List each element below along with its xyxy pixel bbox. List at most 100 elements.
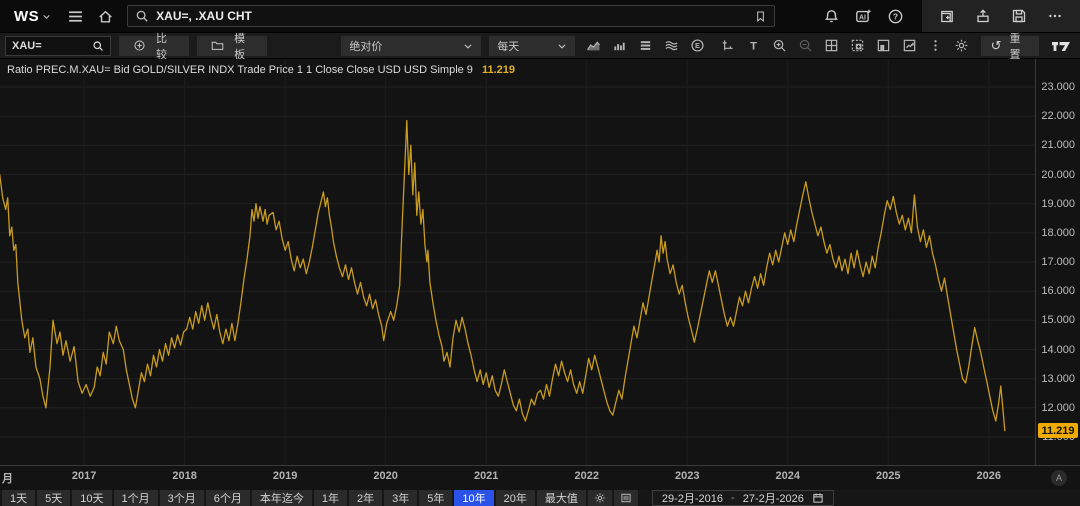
range-button-最大值[interactable]: 最大值 bbox=[537, 490, 586, 506]
price-tick-label: 19.000 bbox=[1041, 198, 1075, 210]
home-icon bbox=[97, 8, 114, 25]
time-tick-label: 2024 bbox=[775, 470, 799, 482]
range-button-5年[interactable]: 5年 bbox=[419, 490, 452, 506]
price-tick-label: 23.000 bbox=[1041, 81, 1075, 93]
chart-toolbar: XAU= 比较 模板 绝对价 每天 E T ↺ 重置 bbox=[0, 32, 1080, 59]
last-price-badge: 11.219 bbox=[1038, 423, 1078, 438]
home-button[interactable] bbox=[93, 4, 117, 28]
range-button-10年[interactable]: 10年 bbox=[454, 490, 493, 506]
symbol-value: XAU= bbox=[12, 40, 42, 52]
settings-button[interactable] bbox=[588, 490, 612, 506]
template-label: 模板 bbox=[234, 30, 253, 62]
price-tick-label: 20.000 bbox=[1041, 169, 1075, 181]
panel-save-icon[interactable] bbox=[873, 36, 895, 56]
global-search[interactable]: XAU=, .XAU CHT bbox=[127, 5, 775, 27]
events-icon[interactable]: E bbox=[687, 36, 709, 56]
svg-text:T: T bbox=[750, 41, 757, 53]
range-button-本年迄今[interactable]: 本年迄今 bbox=[252, 490, 312, 506]
bell-icon[interactable] bbox=[820, 6, 842, 26]
text-tool-icon[interactable]: T bbox=[743, 36, 765, 56]
range-button-3个月[interactable]: 3个月 bbox=[160, 490, 204, 506]
chart-legend: Ratio PREC.M.XAU= Bid GOLD/SILVER INDX T… bbox=[7, 64, 515, 76]
template-button[interactable]: 模板 bbox=[197, 36, 267, 56]
chevron-down-icon bbox=[463, 41, 473, 51]
app-logo[interactable]: WS bbox=[8, 8, 57, 25]
time-tick-label: 2021 bbox=[474, 470, 498, 482]
share-export-icon[interactable] bbox=[972, 6, 994, 26]
calendar-icon bbox=[812, 492, 824, 504]
date-range-picker[interactable]: 29-2月-2016-27-2月-2026 bbox=[652, 490, 834, 506]
date-range-separator: - bbox=[731, 492, 735, 504]
panel-add-icon[interactable] bbox=[847, 36, 869, 56]
compare-button[interactable]: 比较 bbox=[119, 36, 189, 56]
topbar-app-actions bbox=[922, 0, 1080, 32]
symbol-input[interactable]: XAU= bbox=[5, 36, 111, 56]
ai-icon[interactable]: AI bbox=[852, 6, 874, 26]
chevron-down-icon bbox=[42, 12, 51, 21]
range-button-3年[interactable]: 3年 bbox=[384, 490, 417, 506]
interval-dropdown[interactable]: 每天 bbox=[489, 36, 574, 56]
price-tick-label: 15.000 bbox=[1041, 314, 1075, 326]
range-button-10天[interactable]: 10天 bbox=[72, 490, 111, 506]
range-button-20年[interactable]: 20年 bbox=[496, 490, 535, 506]
price-tick-label: 12.000 bbox=[1041, 402, 1075, 414]
add-layout-icon[interactable] bbox=[936, 6, 958, 26]
bookmark-icon[interactable] bbox=[754, 10, 767, 23]
price-axis[interactable]: 11.00012.00013.00014.00015.00016.00017.0… bbox=[1035, 59, 1080, 465]
app-logo-text: WS bbox=[14, 8, 39, 25]
area-chart-icon[interactable] bbox=[583, 36, 605, 56]
waves-icon[interactable] bbox=[661, 36, 683, 56]
range-button-1天[interactable]: 1天 bbox=[2, 490, 35, 506]
zoom-out-icon bbox=[795, 36, 817, 56]
time-tick-label: 2020 bbox=[373, 470, 397, 482]
kebab-icon[interactable] bbox=[925, 36, 947, 56]
reset-icon: ↺ bbox=[991, 38, 1002, 54]
layers-icon[interactable] bbox=[635, 36, 657, 56]
hamburger-icon bbox=[67, 8, 84, 25]
topbar-utility-icons: AI? bbox=[810, 6, 916, 26]
price-tick-label: 13.000 bbox=[1041, 373, 1075, 385]
interval-bars-button[interactable] bbox=[614, 490, 638, 506]
range-button-1年[interactable]: 1年 bbox=[314, 490, 347, 506]
price-tick-label: 14.000 bbox=[1041, 344, 1075, 356]
time-axis-label-partial: 月 bbox=[2, 470, 13, 486]
axes-tool-icon[interactable] bbox=[717, 36, 739, 56]
time-tick-label: 2019 bbox=[273, 470, 297, 482]
tradingview-logo-icon bbox=[1047, 39, 1075, 53]
time-tick-label: 2017 bbox=[72, 470, 96, 482]
chart-plot[interactable]: Ratio PREC.M.XAU= Bid GOLD/SILVER INDX T… bbox=[0, 59, 1035, 465]
svg-text:E: E bbox=[695, 41, 700, 50]
volume-study-icon[interactable] bbox=[609, 36, 631, 56]
search-icon bbox=[135, 9, 149, 23]
time-tick-label: 2026 bbox=[977, 470, 1001, 482]
price-mode-dropdown[interactable]: 绝对价 bbox=[341, 36, 481, 56]
compare-label: 比较 bbox=[156, 30, 175, 62]
save-icon[interactable] bbox=[1008, 6, 1030, 26]
legend-text: Ratio PREC.M.XAU= Bid GOLD/SILVER INDX T… bbox=[7, 64, 473, 76]
interval-value: 每天 bbox=[497, 38, 556, 54]
help-icon[interactable]: ? bbox=[884, 6, 906, 26]
reset-button[interactable]: ↺ 重置 bbox=[981, 36, 1039, 56]
price-tick-label: 18.000 bbox=[1041, 227, 1075, 239]
range-button-2年[interactable]: 2年 bbox=[349, 490, 382, 506]
time-tick-label: 2018 bbox=[172, 470, 196, 482]
chart-export-icon[interactable] bbox=[899, 36, 921, 56]
range-button-1个月[interactable]: 1个月 bbox=[114, 490, 158, 506]
more-horizontal-icon[interactable] bbox=[1044, 6, 1066, 26]
grid-layout-icon[interactable] bbox=[821, 36, 843, 56]
settings-icon[interactable] bbox=[951, 36, 973, 56]
price-line-chart[interactable] bbox=[0, 59, 1035, 465]
chart-type-icons: E bbox=[583, 36, 709, 56]
range-button-6个月[interactable]: 6个月 bbox=[206, 490, 250, 506]
time-tick-label: 2022 bbox=[574, 470, 598, 482]
range-button-5天[interactable]: 5天 bbox=[37, 490, 70, 506]
zoom-in-icon[interactable] bbox=[769, 36, 791, 56]
auto-scale-button[interactable]: A bbox=[1051, 470, 1067, 486]
chart-tool-icons: T bbox=[717, 36, 973, 56]
time-axis[interactable]: 月 A 201720182019202020212022202320242025… bbox=[0, 465, 1080, 490]
price-tick-label: 22.000 bbox=[1041, 110, 1075, 122]
price-mode-value: 绝对价 bbox=[349, 38, 463, 54]
main-menu-button[interactable] bbox=[63, 4, 87, 28]
legend-last-value: 11.219 bbox=[482, 64, 515, 76]
folder-icon bbox=[211, 39, 224, 52]
